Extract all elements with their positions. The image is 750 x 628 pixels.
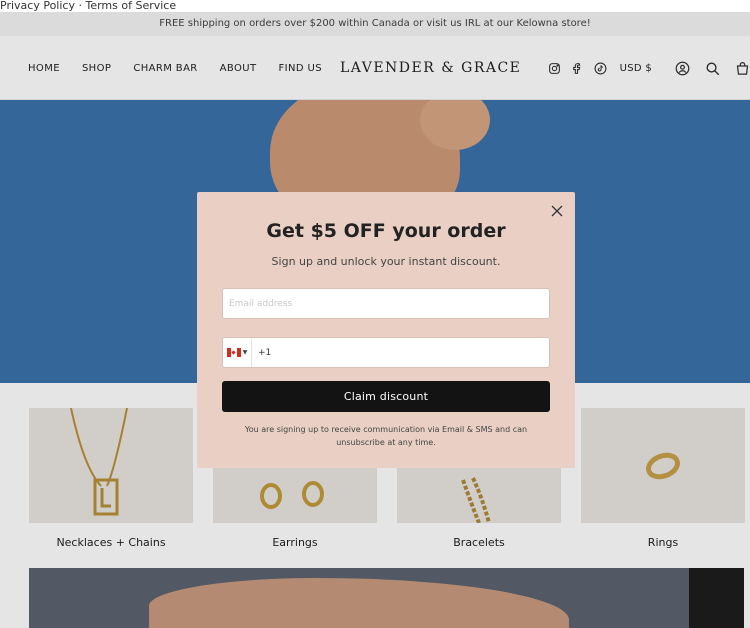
email-input[interactable] — [222, 288, 550, 319]
claim-discount-button[interactable]: Claim discount — [222, 381, 550, 412]
canada-flag-icon — [226, 348, 241, 357]
close-icon[interactable] — [551, 202, 563, 217]
legal-separator: · — [74, 0, 86, 12]
country-selector[interactable]: ▼ — [223, 338, 252, 367]
popup-title: Get $5 OFF your order — [266, 220, 506, 242]
legal-links: Privacy Policy · Terms of Service — [0, 0, 176, 12]
popup-subtitle: Sign up and unlock your instant discount… — [271, 255, 501, 268]
chevron-down-icon: ▼ — [242, 349, 248, 356]
terms-of-service-link[interactable]: Terms of Service — [85, 0, 176, 12]
privacy-policy-link[interactable]: Privacy Policy — [0, 0, 75, 12]
consent-disclaimer: You are signing up to receive communicat… — [244, 425, 528, 447]
phone-field[interactable]: ▼ +1 — [222, 337, 550, 368]
discount-popup: Get $5 OFF your order Sign up and unlock… — [197, 192, 575, 468]
phone-country-code[interactable]: +1 — [258, 348, 271, 358]
